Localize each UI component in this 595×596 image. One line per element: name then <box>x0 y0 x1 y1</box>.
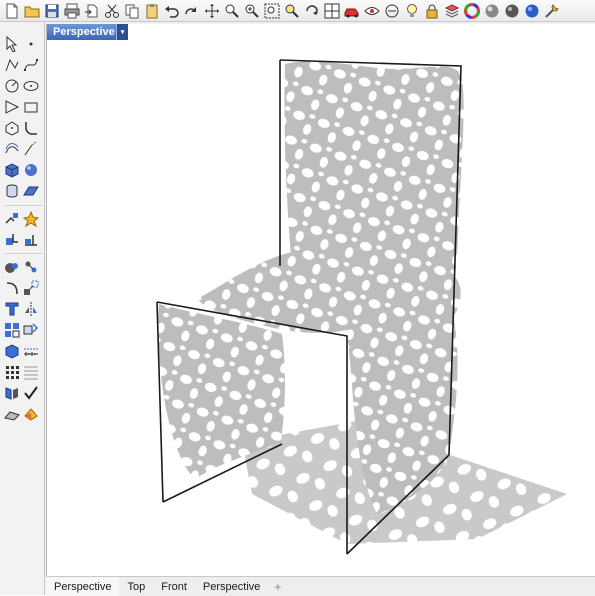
pan-icon[interactable] <box>203 2 221 20</box>
chevron-down-icon[interactable]: ▾ <box>116 24 128 40</box>
surface-icon[interactable] <box>22 182 40 200</box>
viewport-tabs-bar: Perspective Top Front Perspective + <box>46 576 595 596</box>
scale-icon[interactable] <box>22 279 40 297</box>
measure-icon[interactable] <box>22 342 40 360</box>
fillet-curve-icon[interactable] <box>22 119 40 137</box>
add-viewport-icon[interactable]: + <box>268 580 287 594</box>
ellipse-icon[interactable] <box>22 77 40 95</box>
material-icon[interactable] <box>22 405 40 423</box>
select-arrow-icon[interactable] <box>3 35 21 53</box>
select-icon[interactable] <box>383 2 401 20</box>
text-icon[interactable] <box>3 300 21 318</box>
four-views-icon[interactable] <box>323 2 341 20</box>
shaded-sphere-icon[interactable] <box>503 2 521 20</box>
box-solid-icon[interactable] <box>3 161 21 179</box>
explode-icon[interactable] <box>22 210 40 228</box>
layer-icon[interactable] <box>443 2 461 20</box>
perspective-viewport[interactable]: Perspective ▾ <box>46 24 595 576</box>
curve-icon[interactable] <box>22 56 40 74</box>
import-icon[interactable] <box>83 2 101 20</box>
array-icon[interactable] <box>3 321 21 339</box>
rhino-window: Perspective ▾ Perspective Top Front Pers… <box>0 0 595 596</box>
zoom-extents-icon[interactable] <box>243 2 261 20</box>
tab-perspective-viewport[interactable]: Perspective ▾ <box>47 24 128 40</box>
undo-icon[interactable] <box>163 2 181 20</box>
check-icon[interactable] <box>22 384 40 402</box>
main-toolbar <box>0 22 45 595</box>
print-icon[interactable] <box>63 2 81 20</box>
lock-icon[interactable] <box>423 2 441 20</box>
trim-icon[interactable] <box>22 231 40 249</box>
boolean-union-icon[interactable] <box>3 258 21 276</box>
dimension-icon[interactable] <box>3 363 21 381</box>
group-icon[interactable] <box>22 321 40 339</box>
car-icon[interactable] <box>343 2 361 20</box>
rectangle-icon[interactable] <box>22 98 40 116</box>
new-file-icon[interactable] <box>3 2 21 20</box>
analyze-icon[interactable] <box>3 384 21 402</box>
save-icon[interactable] <box>43 2 61 20</box>
zoom-selected-icon[interactable] <box>263 2 281 20</box>
tab-top[interactable]: Top <box>119 577 153 596</box>
split-icon[interactable] <box>3 210 21 228</box>
standard-toolbar <box>0 0 595 22</box>
model-scene <box>156 59 567 555</box>
offset-curve-icon[interactable] <box>3 140 21 158</box>
eye-icon[interactable] <box>363 2 381 20</box>
arc-icon[interactable] <box>3 98 21 116</box>
boolean-icon[interactable] <box>3 231 21 249</box>
grid-icon[interactable] <box>22 363 40 381</box>
settings-icon[interactable] <box>543 2 561 20</box>
rotate-view-icon[interactable] <box>303 2 321 20</box>
redo-icon[interactable] <box>183 2 201 20</box>
color-wheel-icon[interactable] <box>463 2 481 20</box>
polyline-icon[interactable] <box>3 56 21 74</box>
circle-icon[interactable] <box>3 77 21 95</box>
viewport-tab-label: Perspective <box>53 26 115 38</box>
zoom-window-icon[interactable] <box>223 2 241 20</box>
polygon-icon[interactable] <box>3 119 21 137</box>
render-icon[interactable] <box>3 405 21 423</box>
sphere-solid-icon[interactable] <box>22 161 40 179</box>
chair-back <box>284 61 464 286</box>
tab-perspective[interactable]: Perspective <box>46 577 120 596</box>
light-bulb-icon[interactable] <box>403 2 421 20</box>
extend-icon[interactable] <box>22 140 40 158</box>
move-icon[interactable] <box>22 258 40 276</box>
tab-front[interactable]: Front <box>153 577 195 596</box>
point-icon[interactable] <box>22 35 40 53</box>
cut-icon[interactable] <box>103 2 121 20</box>
copy-icon[interactable] <box>123 2 141 20</box>
globe-icon[interactable] <box>523 2 541 20</box>
rotate-icon[interactable] <box>3 279 21 297</box>
open-folder-icon[interactable] <box>23 2 41 20</box>
paste-icon[interactable] <box>143 2 161 20</box>
sphere-render-icon[interactable] <box>483 2 501 20</box>
mirror-icon[interactable] <box>22 300 40 318</box>
cylinder-icon[interactable] <box>3 182 21 200</box>
zoom-icon[interactable] <box>283 2 301 20</box>
box-select-icon[interactable] <box>3 342 21 360</box>
tab-perspective-2[interactable]: Perspective <box>195 577 268 596</box>
